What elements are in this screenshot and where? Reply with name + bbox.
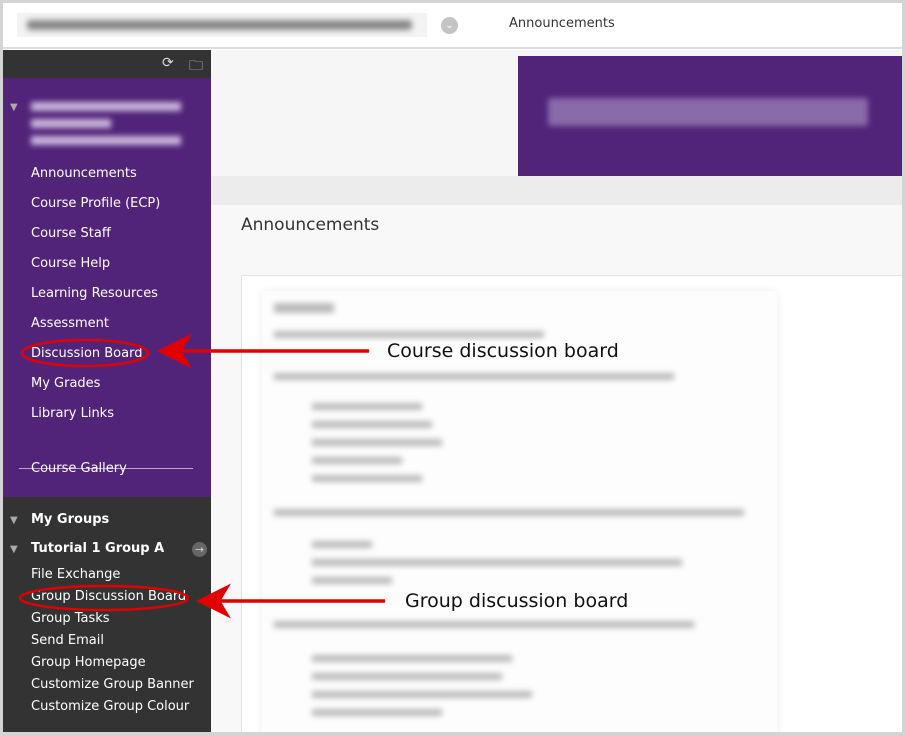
highlight-ellipse: [18, 584, 190, 612]
annotation-course-discussion: Course discussion board: [387, 340, 619, 362]
annotation-group-discussion: Group discussion board: [405, 590, 629, 612]
highlight-ellipse: [20, 338, 150, 368]
browser-frame: ⌄ Announcements ⟳ 🗀 ▼ Announcements Cour…: [3, 3, 902, 732]
annotation-overlay: [18, 333, 385, 619]
